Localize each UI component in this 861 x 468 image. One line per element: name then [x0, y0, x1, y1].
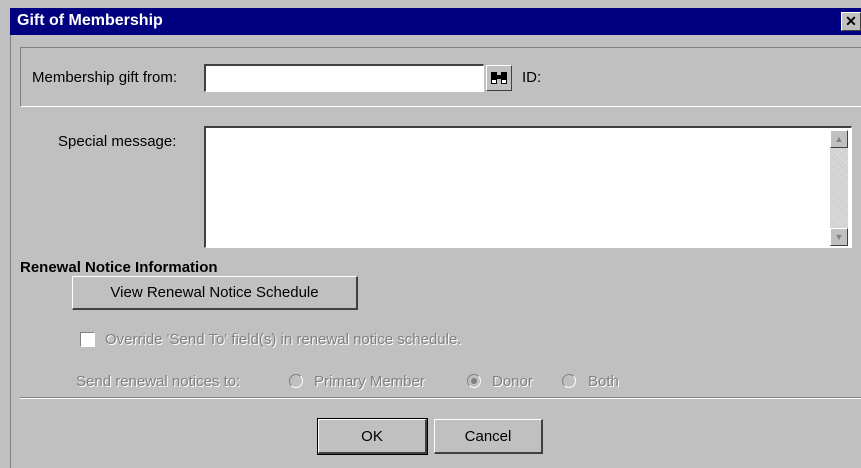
special-message-textarea[interactable]	[204, 126, 852, 248]
cancel-button[interactable]: Cancel	[434, 419, 543, 454]
gift-from-label: Membership gift from:	[32, 69, 178, 86]
lookup-button[interactable]	[486, 65, 512, 91]
radio-primary-member[interactable]	[289, 374, 303, 388]
binoculars-icon	[491, 72, 507, 84]
view-renewal-schedule-button[interactable]: View Renewal Notice Schedule	[72, 276, 358, 310]
ok-button[interactable]: OK	[317, 418, 428, 455]
divider	[20, 397, 861, 399]
message-scrollbar[interactable]: ▲ ▼	[830, 130, 848, 246]
radio-primary-member-label: Primary Member	[314, 373, 425, 390]
override-send-to-checkbox[interactable]	[80, 332, 95, 347]
override-send-to-label: Override 'Send To' field(s) in renewal n…	[105, 331, 462, 348]
radio-both[interactable]	[562, 374, 576, 388]
special-message-label: Special message:	[58, 133, 177, 150]
gift-of-membership-dialog: Gift of Membership ✕ Membership gift fro…	[0, 0, 861, 468]
radio-both-label: Both	[588, 373, 619, 390]
window-border	[10, 35, 11, 468]
radio-donor-label: Donor	[492, 373, 533, 390]
gift-from-input[interactable]	[204, 64, 484, 92]
scroll-up-icon[interactable]: ▲	[830, 130, 848, 148]
send-to-label: Send renewal notices to:	[76, 373, 241, 390]
dialog-title: Gift of Membership	[17, 12, 163, 29]
radio-selected-dot	[471, 378, 477, 384]
close-icon[interactable]: ✕	[841, 12, 861, 31]
scroll-down-icon[interactable]: ▼	[830, 228, 848, 246]
radio-donor[interactable]	[467, 374, 481, 388]
renewal-heading: Renewal Notice Information	[20, 259, 218, 276]
title-bar: Gift of Membership ✕	[10, 8, 861, 35]
id-label: ID:	[522, 69, 542, 86]
